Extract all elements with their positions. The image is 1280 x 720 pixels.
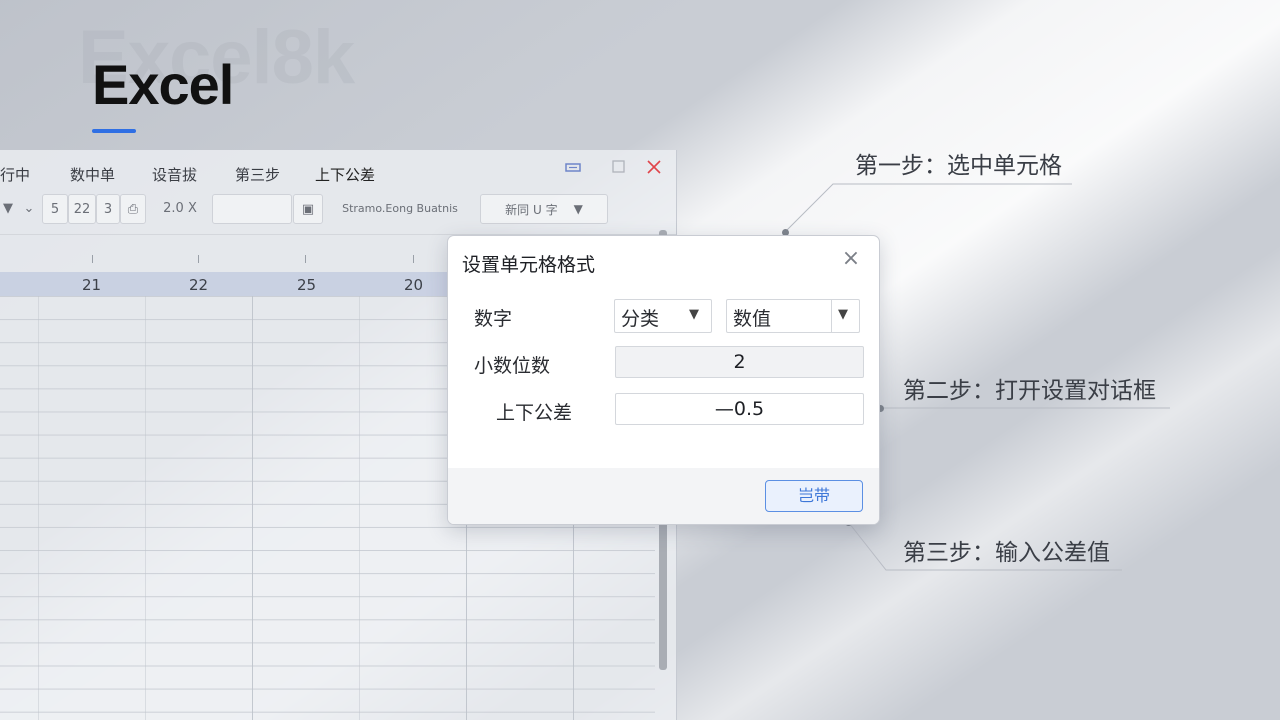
category-select[interactable]: 分类 ▼ <box>614 299 712 333</box>
step2-note: 第二步：打开设置对话框 <box>903 378 1156 404</box>
decimal-places-label: 小数位数 <box>474 355 551 377</box>
select-divider <box>831 300 832 332</box>
number-type-select[interactable]: 数值 ▼ <box>726 299 860 333</box>
number-type-value: 数值 <box>733 308 772 330</box>
format-cells-dialog: 设置单元格格式 × 数字 分类 ▼ 数值 ▼ 小数位数 2 上下公差 —0.5 … <box>447 235 880 525</box>
decimal-places-field[interactable]: 2 <box>615 346 864 378</box>
dialog-title: 设置单元格格式 <box>462 254 596 276</box>
step1-note: 第一步：选中单元格 <box>855 153 1062 179</box>
ok-button[interactable]: 岂带 <box>765 480 863 512</box>
step3-note: 第三步：输入公差值 <box>903 540 1110 566</box>
tolerance-label: 上下公差 <box>496 402 573 424</box>
dialog-close-icon[interactable]: × <box>840 248 862 270</box>
chevron-down-icon: ▼ <box>689 307 699 322</box>
number-label: 数字 <box>474 308 513 330</box>
chevron-down-icon: ▼ <box>838 307 848 322</box>
category-select-label: 分类 <box>621 308 660 330</box>
tolerance-field[interactable]: —0.5 <box>615 393 864 425</box>
